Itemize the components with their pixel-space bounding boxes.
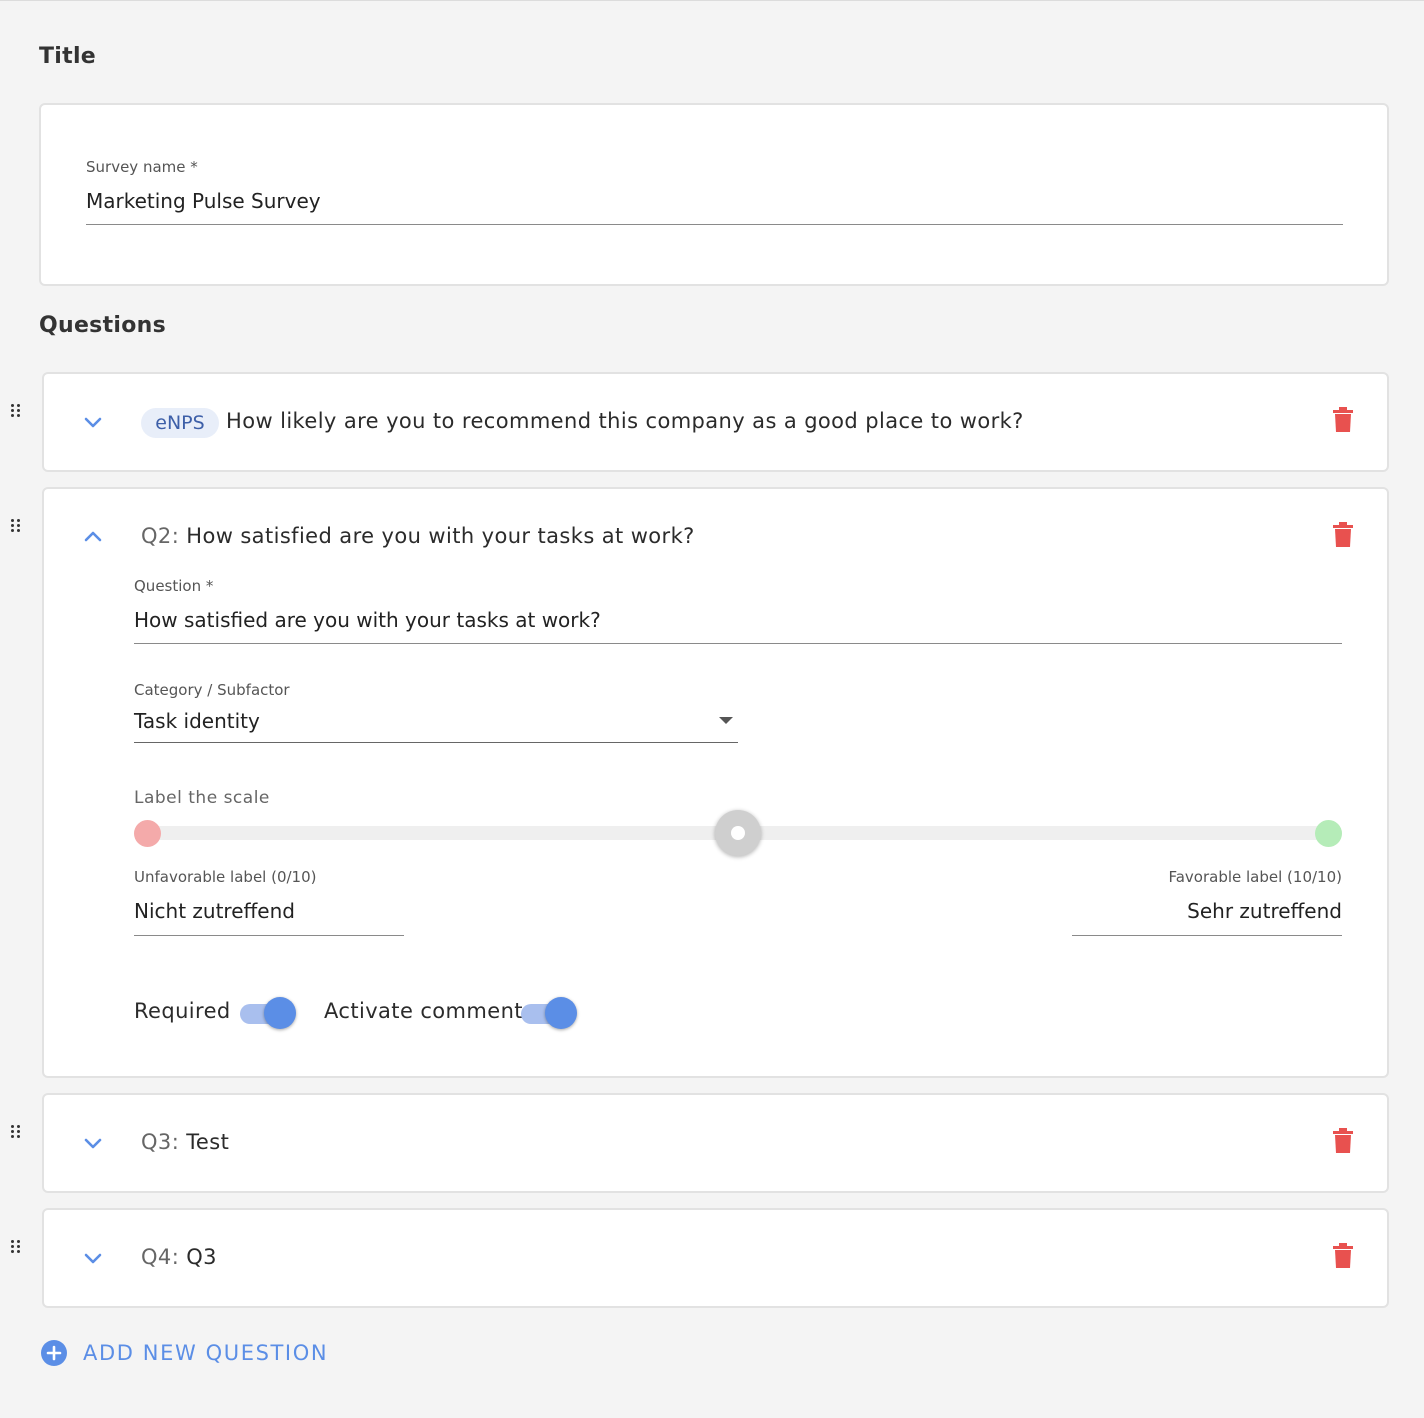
scale-high-dot <box>1315 820 1342 847</box>
add-new-question-label: ADD NEW QUESTION <box>83 1341 329 1365</box>
comment-toggle[interactable] <box>521 996 577 1030</box>
required-label: Required <box>134 999 231 1023</box>
favorable-label: Favorable label (10/10) <box>1168 868 1342 886</box>
scale-low-dot <box>134 820 161 847</box>
drag-handle-icon[interactable] <box>9 518 23 534</box>
favorable-underline <box>1072 935 1342 936</box>
question-2-title-text: How satisfied are you with your tasks at… <box>186 524 695 548</box>
title-heading: Title <box>39 44 97 69</box>
trash-icon[interactable] <box>1332 1128 1354 1154</box>
question-3-title[interactable]: Q3: Test <box>141 1130 229 1154</box>
question-2-number: Q2: <box>141 524 180 548</box>
chevron-down-icon[interactable] <box>81 1246 105 1270</box>
question-4-title-text: Q3 <box>186 1245 217 1269</box>
plus-circle-icon <box>41 1340 67 1366</box>
scale-label: Label the scale <box>134 788 270 808</box>
title-card: Survey name * Marketing Pulse Survey <box>39 103 1389 286</box>
question-2-title[interactable]: Q2: How satisfied are you with your task… <box>141 524 695 548</box>
question-4-title[interactable]: Q4: Q3 <box>141 1245 217 1269</box>
chevron-down-icon[interactable] <box>81 1131 105 1155</box>
question-field-label: Question * <box>134 577 214 595</box>
unfavorable-underline <box>134 935 404 936</box>
scale-slider-thumb[interactable] <box>715 810 761 856</box>
trash-icon[interactable] <box>1332 522 1354 548</box>
category-label: Category / Subfactor <box>134 681 290 699</box>
trash-icon[interactable] <box>1332 1243 1354 1269</box>
question-field-input[interactable]: How satisfied are you with your tasks at… <box>134 608 601 632</box>
question-card-4: Q4: Q3 <box>42 1208 1389 1308</box>
question-4-number: Q4: <box>141 1245 180 1269</box>
question-3-number: Q3: <box>141 1130 180 1154</box>
survey-name-input[interactable]: Marketing Pulse Survey <box>86 189 321 213</box>
survey-name-label: Survey name * <box>86 158 198 176</box>
category-select[interactable]: Task identity <box>134 709 260 733</box>
questions-heading: Questions <box>39 313 167 338</box>
drag-handle-icon[interactable] <box>9 403 23 419</box>
drag-handle-icon[interactable] <box>9 1124 23 1140</box>
survey-name-underline <box>86 224 1343 225</box>
drag-handle-icon[interactable] <box>9 1239 23 1255</box>
favorable-input[interactable]: Sehr zutreffend <box>1187 899 1342 923</box>
question-field-underline <box>134 643 1342 644</box>
question-card-1: eNPS How likely are you to recommend thi… <box>42 372 1389 472</box>
unfavorable-input[interactable]: Nicht zutreffend <box>134 899 295 923</box>
enps-badge: eNPS <box>141 408 219 438</box>
trash-icon[interactable] <box>1332 407 1354 433</box>
question-card-3: Q3: Test <box>42 1093 1389 1193</box>
required-toggle[interactable] <box>240 996 296 1030</box>
unfavorable-label: Unfavorable label (0/10) <box>134 868 317 886</box>
chevron-down-icon[interactable] <box>81 410 105 434</box>
chevron-up-icon[interactable] <box>81 525 105 549</box>
comment-label: Activate comment <box>324 999 523 1023</box>
category-underline <box>134 742 738 743</box>
question-card-2: Q2: How satisfied are you with your task… <box>42 487 1389 1078</box>
question-1-title[interactable]: How likely are you to recommend this com… <box>226 409 1024 433</box>
question-3-title-text: Test <box>186 1130 230 1154</box>
dropdown-arrow-icon[interactable] <box>718 716 734 726</box>
